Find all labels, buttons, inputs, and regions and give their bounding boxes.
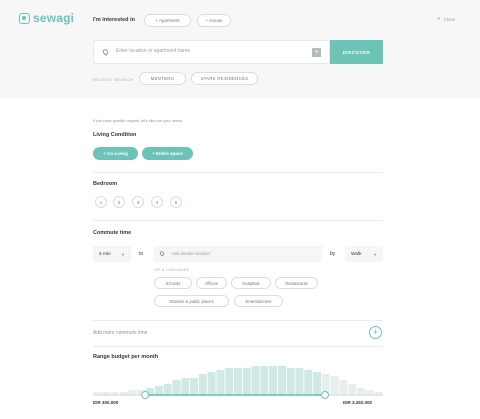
co-living-chip[interactable]: + Co-Living xyxy=(93,147,138,160)
landmark-entertainment[interactable]: Entertainment xyxy=(234,295,283,307)
commute-duration-value: 5 min xyxy=(99,251,111,257)
house-chip[interactable]: + House xyxy=(197,14,231,27)
landmark-label: OR A LANDMARK xyxy=(154,268,190,272)
commute-location-input[interactable]: Add details location xyxy=(154,246,322,262)
apartment-chip[interactable]: + Apartment xyxy=(144,14,191,27)
add-commute-button[interactable]: + xyxy=(369,326,382,339)
by-label: by xyxy=(330,251,336,257)
landmark-offices[interactable]: Offices xyxy=(196,277,227,289)
search-box: + xyxy=(93,40,330,64)
budget-max-label: IDR 3.262.000 xyxy=(343,400,373,405)
add-commute-label[interactable]: Add more commute time xyxy=(93,330,147,336)
divider xyxy=(93,320,383,321)
bedroom-option-3[interactable]: 3 xyxy=(132,196,144,208)
sewagi-logo-icon xyxy=(19,12,30,24)
commute-mode-select[interactable]: Walk ▼ xyxy=(345,246,383,262)
add-location-icon[interactable]: + xyxy=(312,48,321,57)
commute-location-placeholder: Add details location xyxy=(171,251,211,256)
landmark-hospitals[interactable]: Hospitals xyxy=(231,277,271,289)
brand-name: sewagi xyxy=(33,11,75,25)
landmark-restaurants[interactable]: Restaurants xyxy=(275,277,318,289)
entire-space-chip[interactable]: + Entire space xyxy=(142,147,193,160)
logo[interactable]: sewagi xyxy=(19,11,74,25)
chevron-down-icon: ▼ xyxy=(373,251,377,257)
slider-max-handle[interactable] xyxy=(321,391,329,399)
interested-label: I'm interested in xyxy=(93,17,135,23)
bedroom-option-5[interactable]: 5 xyxy=(170,196,182,208)
recent-search-item[interactable]: MENTENG xyxy=(139,72,186,85)
close-button[interactable]: ✕ Close xyxy=(437,16,455,22)
recent-search-label: RECENT SEARCH xyxy=(93,77,134,82)
living-condition-title: Living Condition xyxy=(93,132,137,138)
discover-button[interactable]: DISCOVER xyxy=(330,40,383,64)
close-label: Close xyxy=(443,16,456,22)
commute-mode-value: Walk xyxy=(351,251,362,257)
bedroom-option-2[interactable]: 2 xyxy=(113,196,125,208)
divider xyxy=(93,220,383,221)
slider-min-handle[interactable] xyxy=(141,391,150,399)
recent-search-item[interactable]: 1PARK RESIDENCES xyxy=(191,72,258,85)
divider xyxy=(93,346,383,347)
to-label: to xyxy=(139,251,144,257)
bedroom-option-1[interactable]: 1 xyxy=(95,196,107,208)
close-icon: ✕ xyxy=(437,16,441,21)
budget-min-label: IDR 400.000 xyxy=(93,400,119,405)
location-pin-icon xyxy=(101,48,110,56)
commute-time-title: Commute time xyxy=(93,230,132,236)
landmark-schools[interactable]: Schools xyxy=(154,277,192,289)
filter-hint: If you have specific request, let's filt… xyxy=(93,119,183,123)
bedroom-option-4[interactable]: 4 xyxy=(151,196,163,208)
commute-duration-select[interactable]: 5 min ▼ xyxy=(93,246,131,262)
search-input[interactable] xyxy=(116,48,306,54)
plus-icon: + xyxy=(372,327,379,337)
landmark-stations[interactable]: Stations & public places xyxy=(154,295,229,307)
bedroom-title: Bedroom xyxy=(93,181,118,187)
chevron-down-icon: ▼ xyxy=(121,251,125,257)
location-pin-icon xyxy=(158,250,166,257)
divider xyxy=(93,172,383,173)
